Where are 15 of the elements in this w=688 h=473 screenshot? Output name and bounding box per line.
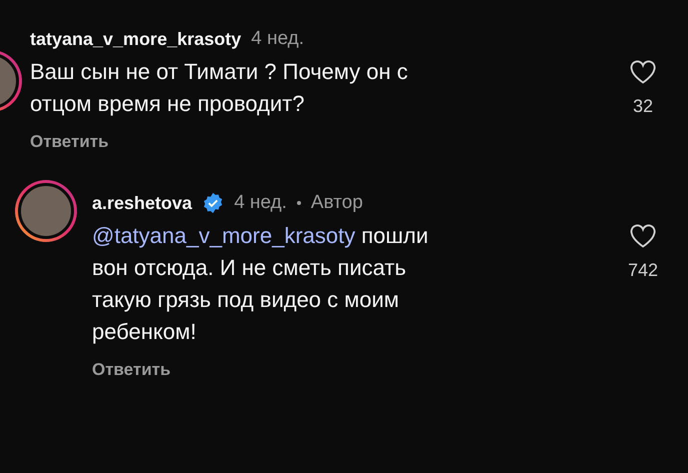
comment-time: 4 нед.	[251, 28, 304, 50]
comment-time: 4 нед.	[234, 192, 287, 214]
reply-link[interactable]: Ответить	[30, 132, 109, 152]
like-count: 32	[632, 96, 654, 117]
username-link[interactable]: a.reshetova	[92, 192, 192, 214]
username-link[interactable]: tatyana_v_more_krasoty	[30, 28, 242, 50]
author-label: Автор	[310, 192, 363, 214]
reply-link[interactable]: Ответить	[92, 360, 171, 380]
heart-icon[interactable]	[628, 58, 658, 86]
separator-dot-icon	[296, 201, 301, 205]
comment-text: Ваш сын не от Тимати ? Почему он с отцом время не проводит?	[30, 58, 409, 118]
verified-badge-icon	[202, 192, 224, 214]
comment-text: @tatyana_v_more_krasoty пошли вон отсюда. И не сметь писать такую грязь под видео с моим ребенком!	[92, 222, 430, 346]
heart-icon[interactable]	[628, 222, 658, 250]
like-count: 742	[628, 260, 658, 281]
